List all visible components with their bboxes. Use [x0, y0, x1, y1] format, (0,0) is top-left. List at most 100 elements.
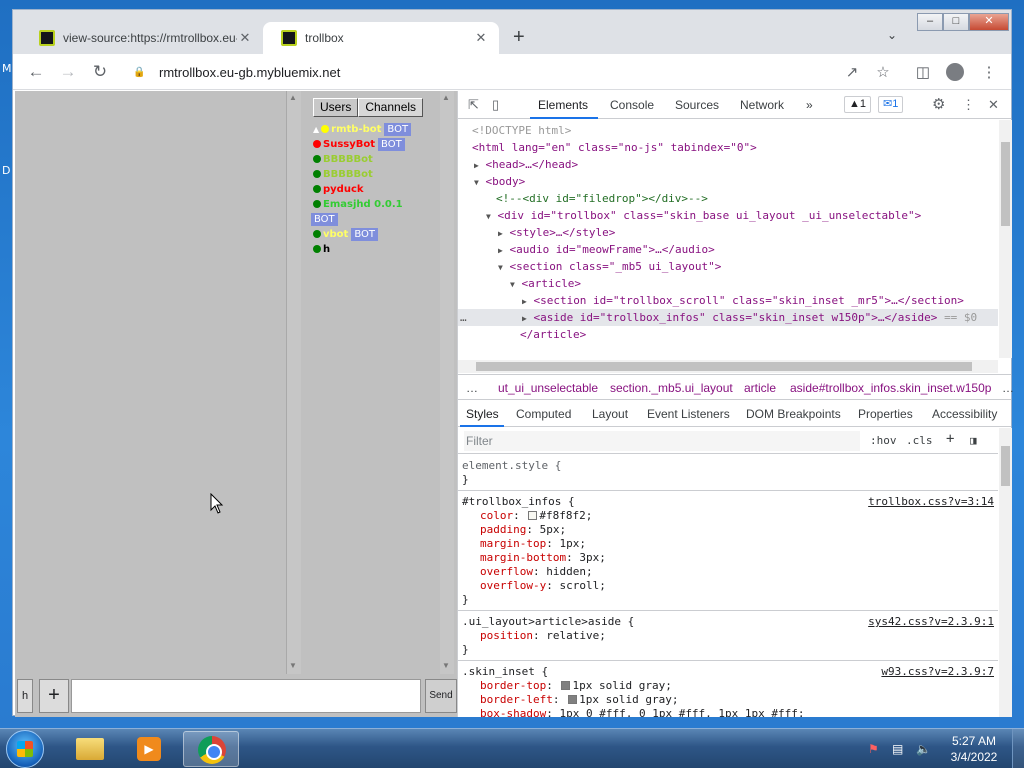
dom-node[interactable]: </article>	[520, 326, 586, 343]
window-close-button[interactable]: ✕	[969, 13, 1009, 31]
close-devtools-icon[interactable]: ✕	[988, 97, 999, 113]
tab-properties[interactable]: Properties	[858, 407, 913, 421]
taskbar-explorer[interactable]	[62, 731, 118, 767]
breadcrumb-item[interactable]: …	[466, 381, 478, 395]
tab-computed[interactable]: Computed	[516, 407, 571, 421]
breadcrumb-item[interactable]: article	[744, 381, 776, 395]
styles-filter-input[interactable]: Filter	[464, 431, 860, 451]
messages-badge[interactable]: ✉1	[878, 96, 904, 113]
dom-node[interactable]: <html lang="en" class="no-js" tabindex="…	[472, 139, 757, 156]
css-declaration[interactable]: box-shadow: 1px 0 #fff, 0 1px #fff, 1px …	[480, 707, 805, 717]
minimize-button[interactable]: –	[917, 13, 943, 31]
nickname-button[interactable]: h	[17, 679, 33, 713]
settings-gear-icon[interactable]: ⚙	[932, 95, 945, 113]
dom-node[interactable]: ▼ <section class="_mb5 ui_layout">	[498, 258, 721, 275]
tab-accessibility[interactable]: Accessibility	[932, 407, 997, 421]
dom-node[interactable]: ▶ <style>…</style>	[498, 224, 615, 241]
reload-icon[interactable]: ↻	[89, 61, 111, 83]
tab-console[interactable]: Console	[610, 98, 654, 112]
dom-node[interactable]: <!--<div id="filedrop"></div>-->	[496, 190, 708, 207]
color-swatch-icon[interactable]	[568, 695, 578, 704]
back-arrow-icon[interactable]: ←	[25, 61, 47, 83]
start-button[interactable]	[6, 730, 44, 768]
css-declaration[interactable]: overflow: hidden;	[480, 565, 593, 579]
share-icon[interactable]: ↗	[842, 63, 862, 83]
css-declaration[interactable]: margin-bottom: 3px;	[480, 551, 606, 565]
css-source-link[interactable]: w93.css?v=2.3.9:7	[881, 665, 994, 679]
tab-network[interactable]: Network	[740, 98, 784, 112]
kebab-menu-icon[interactable]: ⋮	[979, 63, 999, 83]
tab-view-source[interactable]: view-source:https://rmtrollbox.eu- ✕	[21, 22, 263, 54]
styles-scrollbar[interactable]	[999, 428, 1012, 717]
user-list-item[interactable]: h	[313, 242, 421, 257]
devtools-menu-icon[interactable]: ⋮	[962, 97, 975, 113]
css-rule[interactable]: .ui_layout>article>aside {sys42.css?v=2.…	[458, 611, 998, 661]
css-declaration[interactable]: margin-top: 1px;	[480, 537, 586, 551]
side-panel-icon[interactable]: ◫	[913, 63, 933, 83]
css-declaration[interactable]: overflow-y: scroll;	[480, 579, 606, 593]
user-list-item[interactable]: vbot BOT	[313, 227, 421, 242]
inspect-element-icon[interactable]: ⇱	[468, 97, 479, 113]
breadcrumb-item[interactable]: section._mb5.ui_layout	[610, 381, 733, 395]
maximize-button[interactable]: □	[943, 13, 969, 31]
tab-sources[interactable]: Sources	[675, 98, 719, 112]
tab-styles[interactable]: Styles	[466, 407, 499, 421]
add-button[interactable]: +	[39, 679, 69, 713]
close-tab-icon[interactable]: ✕	[473, 30, 489, 46]
user-list-item[interactable]: BBBBBot	[313, 152, 421, 167]
css-rule[interactable]: .skin_inset {w93.css?v=2.3.9:7 border-top…	[458, 661, 998, 717]
new-rule-button[interactable]: +	[946, 431, 954, 447]
chat-scrollbar[interactable]: ▲ ▼	[287, 91, 301, 674]
new-tab-button[interactable]: +	[513, 26, 525, 49]
user-list-item[interactable]: SussyBot BOT	[313, 137, 421, 152]
dom-node[interactable]: ▼ <article>	[510, 275, 581, 292]
close-tab-icon[interactable]: ✕	[237, 30, 253, 46]
address-bar[interactable]: 🔒 rmtrollbox.eu-gb.mybluemix.net	[123, 59, 909, 85]
chat-messages-area[interactable]	[15, 91, 287, 674]
css-source-link[interactable]: sys42.css?v=2.3.9:1	[868, 615, 994, 629]
desktop-icon-label[interactable]: M	[2, 62, 12, 75]
breadcrumb-item[interactable]: aside#trollbox_infos.skin_inset.w150p	[790, 381, 991, 395]
user-list-item[interactable]: ▲ rmtb-bot BOT	[313, 122, 421, 137]
tab-search-chevron-icon[interactable]: ⌄	[887, 28, 897, 42]
css-declaration[interactable]: border-left: 1px solid gray;	[480, 693, 678, 707]
tab-elements[interactable]: Elements	[538, 98, 588, 112]
scroll-up-icon[interactable]: ▲	[289, 93, 297, 102]
user-list-item[interactable]: Emasjhd 0.0.1 BOT	[311, 197, 421, 227]
css-declaration[interactable]: padding: 5px;	[480, 523, 566, 537]
dom-node-selected[interactable]: … ▶ <aside id="trollbox_infos" class="ski…	[458, 309, 998, 326]
dom-tree[interactable]: <!DOCTYPE html> <html lang="en" class="n…	[458, 120, 998, 360]
more-tabs-icon[interactable]: »	[806, 98, 813, 112]
breadcrumb-item[interactable]: ut_ui_unselectable	[498, 381, 598, 395]
user-list-item[interactable]: pyduck	[313, 182, 421, 197]
lock-icon[interactable]: 🔒	[133, 67, 145, 78]
action-center-icon[interactable]: ⚑	[868, 742, 879, 756]
hov-button[interactable]: :hov	[870, 434, 897, 447]
user-list-item[interactable]: BBBBBot	[313, 167, 421, 182]
toggle-sidebar-icon[interactable]: ◨	[970, 434, 977, 447]
dom-tree-scrollbar[interactable]	[999, 120, 1012, 358]
color-swatch-icon[interactable]	[528, 511, 538, 520]
clock[interactable]: 5:27 AM 3/4/2022	[944, 733, 1004, 765]
scroll-down-icon[interactable]: ▼	[289, 661, 297, 670]
taskbar-chrome[interactable]	[183, 731, 239, 767]
network-icon[interactable]: ▤	[892, 742, 903, 756]
dom-node[interactable]: ▶ <head>…</head>	[474, 156, 578, 173]
css-rule[interactable]: element.style {}	[458, 455, 998, 491]
scroll-up-icon[interactable]: ▲	[442, 93, 450, 102]
bookmark-star-icon[interactable]: ☆	[873, 63, 893, 83]
css-source-link[interactable]: trollbox.css?v=3:14	[868, 495, 994, 509]
forward-arrow-icon[interactable]: →	[57, 61, 79, 83]
tab-dom-breakpoints[interactable]: DOM Breakpoints	[746, 407, 841, 421]
dom-node[interactable]: <!DOCTYPE html>	[472, 122, 571, 139]
breadcrumb-item[interactable]: …	[1002, 381, 1014, 395]
dom-node[interactable]: ▼ <div id="trollbox" class="skin_base ui…	[486, 207, 921, 224]
device-toolbar-icon[interactable]: ▯	[492, 97, 499, 113]
user-list-scrollbar[interactable]: ▲ ▼	[440, 91, 454, 674]
cls-button[interactable]: .cls	[906, 434, 933, 447]
dom-node[interactable]: ▶ <audio id="meowFrame">…</audio>	[498, 241, 715, 258]
dom-node[interactable]: ▶ <section id="trollbox_scroll" class="s…	[522, 292, 964, 309]
css-declaration[interactable]: color: #f8f8f2;	[480, 509, 592, 523]
send-button[interactable]: Send	[425, 679, 457, 713]
css-rule[interactable]: #trollbox_infos {trollbox.css?v=3:14 colo…	[458, 491, 998, 611]
